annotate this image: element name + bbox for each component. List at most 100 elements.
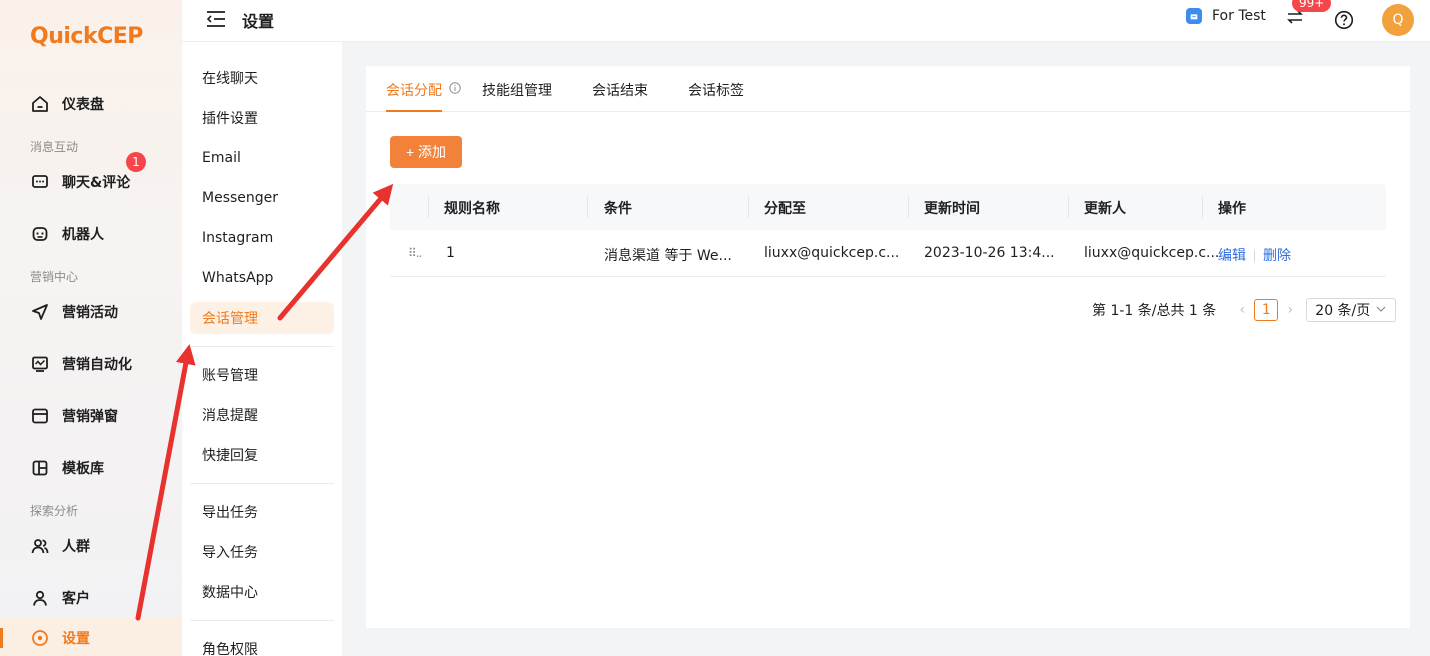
submenu-item-instagram[interactable]: Instagram — [190, 222, 334, 254]
cell-updated-at: 2023-10-26 13:4... — [924, 245, 1055, 261]
environment-switcher[interactable]: For Test — [1186, 8, 1266, 24]
tab-conversation-assignment[interactable]: 会话分配 — [386, 80, 442, 100]
user-icon — [30, 588, 50, 608]
users-icon — [30, 536, 50, 556]
page-number[interactable]: 1 — [1254, 299, 1279, 321]
tab-skill-group-management[interactable]: 技能组管理 — [482, 80, 552, 100]
submenu-item-whatsapp[interactable]: WhatsApp — [190, 262, 334, 294]
column-header-assign-to: 分配至 — [764, 201, 806, 217]
nav-label: 营销活动 — [62, 305, 118, 321]
nav-settings[interactable]: 设置 — [0, 618, 182, 656]
active-tab-indicator — [386, 110, 442, 112]
home-icon — [30, 94, 50, 114]
submenu-item-import-tasks[interactable]: 导入任务 — [190, 536, 334, 568]
table-header: 规则名称 条件 分配至 更新时间 更新人 操作 — [390, 184, 1386, 230]
help-icon[interactable] — [1334, 10, 1354, 30]
nav-customer[interactable]: 客户 — [0, 578, 182, 618]
nav-robot[interactable]: 机器人 — [0, 214, 182, 254]
submenu-divider — [190, 483, 334, 484]
chat-unread-badge: 1 — [126, 152, 146, 172]
pagination-total: 第 1-1 条/总共 1 条 — [1092, 303, 1217, 319]
nav-label: 模板库 — [62, 461, 104, 477]
page-size-value: 20 条/页 — [1315, 303, 1371, 319]
submenu-item-message-reminder[interactable]: 消息提醒 — [190, 399, 334, 431]
cell-updated-by: liuxx@quickcep.c... — [1084, 245, 1220, 261]
column-separator — [908, 196, 909, 218]
prev-page-icon[interactable]: ‹ — [1230, 302, 1254, 318]
nav-dashboard[interactable]: 仪表盘 — [0, 84, 182, 124]
store-icon — [1186, 8, 1202, 24]
info-icon[interactable] — [449, 82, 461, 94]
submenu-divider — [190, 620, 334, 621]
nav-chat-comments[interactable]: 聊天&评论 1 — [0, 152, 182, 202]
drag-handle-icon[interactable]: ⠿.. — [408, 246, 422, 260]
column-header-updated-at: 更新时间 — [924, 201, 980, 217]
settings-icon — [30, 628, 50, 648]
submenu-item-live-chat[interactable]: 在线聊天 — [190, 62, 334, 94]
column-header-condition: 条件 — [604, 201, 632, 217]
page-title: 设置 — [242, 12, 275, 31]
main-sidebar: QuickCEP 仪表盘 消息互动 聊天&评论 1 机器人 营销中心 营销活动 … — [0, 0, 182, 656]
nav-label: 仪表盘 — [62, 97, 104, 113]
cell-rule-name: 1 — [446, 245, 455, 261]
delete-link[interactable]: 删除 — [1263, 248, 1291, 264]
next-page-icon[interactable]: › — [1278, 302, 1302, 318]
nav-marketing-automation[interactable]: 营销自动化 — [0, 344, 182, 384]
column-header-updated-by: 更新人 — [1084, 201, 1126, 217]
assignment-rules-table: 规则名称 条件 分配至 更新时间 更新人 操作 ⠿.. 1 消息渠道 等于 We… — [390, 184, 1386, 277]
column-separator — [428, 196, 429, 218]
tab-bar: 会话分配 技能组管理 会话结束 会话标签 — [366, 66, 1410, 112]
column-separator — [748, 196, 749, 218]
nav-group-label: 消息互动 — [30, 140, 79, 154]
nav-template-library[interactable]: 模板库 — [0, 448, 182, 488]
chevron-down-icon — [1376, 306, 1386, 312]
send-icon — [30, 302, 50, 322]
column-separator — [1202, 196, 1203, 218]
nav-group-label: 探索分析 — [30, 504, 79, 518]
popup-icon — [30, 406, 50, 426]
tab-conversation-tags[interactable]: 会话标签 — [688, 80, 744, 100]
menu-collapse-icon[interactable] — [206, 10, 226, 28]
submenu-item-export-tasks[interactable]: 导出任务 — [190, 496, 334, 528]
quickcep-logo[interactable]: QuickCEP — [30, 24, 143, 49]
column-header-rule-name: 规则名称 — [444, 201, 500, 217]
column-separator — [587, 196, 588, 218]
column-header-actions: 操作 — [1218, 201, 1246, 217]
page-size-select[interactable]: 20 条/页 — [1306, 298, 1397, 322]
submenu-divider — [190, 346, 334, 347]
nav-label: 客户 — [62, 591, 90, 607]
cell-actions: 编辑 删除 — [1218, 245, 1291, 265]
submenu-item-email[interactable]: Email — [190, 142, 334, 174]
automation-icon — [30, 354, 50, 374]
submenu-item-data-center[interactable]: 数据中心 — [190, 576, 334, 608]
template-icon — [30, 458, 50, 478]
submenu-item-messenger[interactable]: Messenger — [190, 182, 334, 214]
top-header: 设置 For Test 99+ Q — [182, 0, 1430, 42]
action-separator — [1254, 250, 1255, 262]
table-row: ⠿.. 1 消息渠道 等于 We... liuxx@quickcep.c... … — [390, 230, 1386, 277]
environment-label: For Test — [1212, 8, 1266, 24]
tab-conversation-end[interactable]: 会话结束 — [592, 80, 648, 100]
nav-label: 聊天&评论 — [62, 175, 131, 191]
cell-assign-to: liuxx@quickcep.c... — [764, 245, 900, 261]
submenu-item-conversation-management[interactable]: 会话管理 — [190, 302, 334, 334]
submenu-item-plugin-settings[interactable]: 插件设置 — [190, 102, 334, 134]
edit-link[interactable]: 编辑 — [1218, 248, 1246, 264]
nav-audience[interactable]: 人群 — [0, 526, 182, 566]
nav-label: 人群 — [62, 539, 90, 555]
avatar[interactable]: Q — [1382, 4, 1414, 36]
settings-submenu: 在线聊天 插件设置 Email Messenger Instagram What… — [182, 42, 342, 656]
submenu-item-role-permissions[interactable]: 角色权限 — [190, 633, 334, 656]
pagination: 第 1-1 条/总共 1 条 ‹ 1 › 20 条/页 — [1092, 298, 1397, 322]
notification-badge: 99+ — [1292, 0, 1332, 12]
nav-marketing-popup[interactable]: 营销弹窗 — [0, 396, 182, 436]
nav-label: 营销自动化 — [62, 357, 132, 373]
chat-icon — [30, 172, 50, 192]
nav-label: 设置 — [62, 631, 90, 647]
nav-label: 机器人 — [62, 227, 104, 243]
submenu-item-quick-reply[interactable]: 快捷回复 — [190, 439, 334, 471]
add-button[interactable]: + 添加 — [390, 136, 462, 168]
column-separator — [1068, 196, 1069, 218]
nav-marketing-campaign[interactable]: 营销活动 — [0, 292, 182, 332]
submenu-item-account-management[interactable]: 账号管理 — [190, 359, 334, 391]
